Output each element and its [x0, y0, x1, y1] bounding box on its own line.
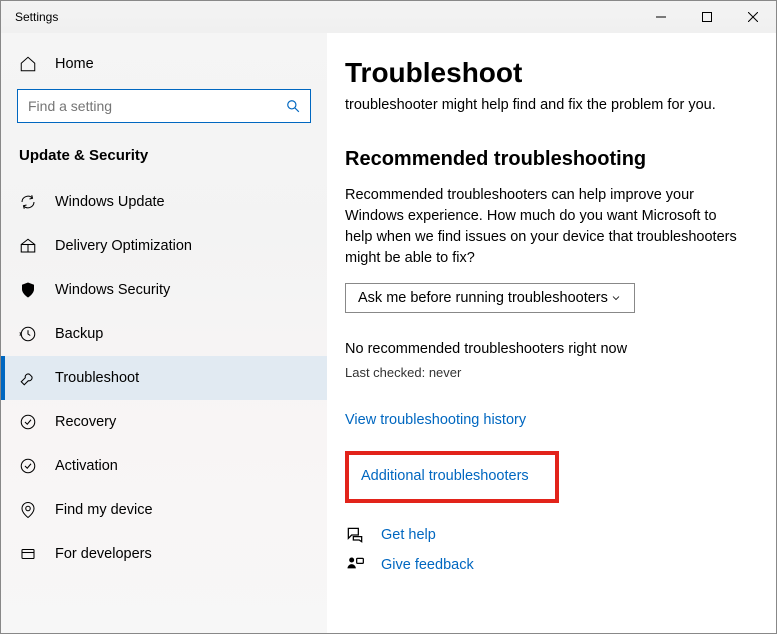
search-field[interactable] — [28, 98, 286, 114]
sidebar-item-label: Troubleshoot — [55, 370, 139, 386]
highlight-box: Additional troubleshooters — [345, 451, 559, 503]
wrench-icon — [19, 369, 37, 387]
get-help-row[interactable]: Get help — [345, 525, 746, 545]
search-icon — [286, 99, 300, 113]
developer-icon — [19, 545, 37, 563]
history-link[interactable]: View troubleshooting history — [345, 412, 526, 428]
sync-icon — [19, 193, 37, 211]
intro-text: troubleshooter might help find and fix t… — [345, 95, 746, 116]
sidebar-item-activation[interactable]: Activation — [1, 444, 327, 488]
section-body: Recommended troubleshooters can help imp… — [345, 185, 746, 269]
shield-icon — [19, 281, 37, 299]
sidebar-item-label: Find my device — [55, 502, 153, 518]
sidebar-item-delivery-optimization[interactable]: Delivery Optimization — [1, 224, 327, 268]
troubleshooter-preference-dropdown[interactable]: Ask me before running troubleshooters — [345, 283, 635, 313]
sidebar-item-find-my-device[interactable]: Find my device — [1, 488, 327, 532]
recovery-icon — [19, 413, 37, 431]
sidebar-item-windows-security[interactable]: Windows Security — [1, 268, 327, 312]
chat-icon — [345, 525, 365, 545]
minimize-button[interactable] — [638, 1, 684, 33]
sidebar-item-label: Windows Update — [55, 194, 165, 210]
sidebar-item-for-developers[interactable]: For developers — [1, 532, 327, 576]
search-input[interactable] — [17, 89, 311, 123]
home-label: Home — [55, 56, 94, 72]
sidebar-item-recovery[interactable]: Recovery — [1, 400, 327, 444]
delivery-icon — [19, 237, 37, 255]
dropdown-value: Ask me before running troubleshooters — [358, 290, 608, 306]
sidebar-item-backup[interactable]: Backup — [1, 312, 327, 356]
sidebar-item-windows-update[interactable]: Windows Update — [1, 180, 327, 224]
additional-troubleshooters-link[interactable]: Additional troubleshooters — [361, 468, 529, 484]
main-content: Troubleshoot troubleshooter might help f… — [327, 33, 776, 633]
sidebar: Home Update & Security Windows Update De… — [1, 33, 327, 633]
get-help-link[interactable]: Get help — [381, 527, 436, 543]
home-icon — [19, 55, 37, 73]
status-text: No recommended troubleshooters right now — [345, 341, 746, 357]
location-icon — [19, 501, 37, 519]
check-icon — [19, 457, 37, 475]
backup-icon — [19, 325, 37, 343]
feedback-icon — [345, 555, 365, 575]
sidebar-item-label: Windows Security — [55, 282, 170, 298]
sidebar-item-label: Activation — [55, 458, 118, 474]
sidebar-item-label: For developers — [55, 546, 152, 562]
group-title: Update & Security — [1, 133, 327, 170]
close-button[interactable] — [730, 1, 776, 33]
give-feedback-link[interactable]: Give feedback — [381, 557, 474, 573]
sidebar-item-troubleshoot[interactable]: Troubleshoot — [1, 356, 327, 400]
window-controls — [638, 1, 776, 33]
home-nav[interactable]: Home — [1, 47, 327, 81]
sidebar-item-label: Recovery — [55, 414, 116, 430]
sidebar-item-label: Backup — [55, 326, 103, 342]
window-title: Settings — [1, 10, 58, 24]
sidebar-item-label: Delivery Optimization — [55, 238, 192, 254]
chevron-down-icon — [610, 292, 622, 304]
maximize-button[interactable] — [684, 1, 730, 33]
give-feedback-row[interactable]: Give feedback — [345, 555, 746, 575]
section-title: Recommended troubleshooting — [345, 148, 746, 171]
titlebar: Settings — [1, 1, 776, 33]
page-title: Troubleshoot — [345, 57, 746, 89]
last-checked: Last checked: never — [345, 365, 746, 380]
